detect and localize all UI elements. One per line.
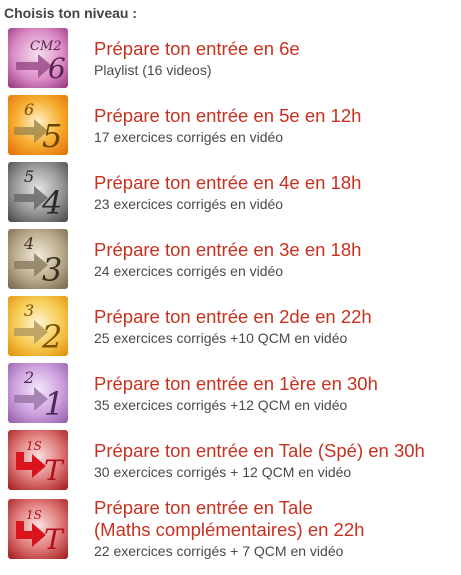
from-label: 6 xyxy=(24,100,34,119)
level-item-2de[interactable]: 3 2 Prépare ton entrée en 2de en 22h 25 … xyxy=(5,296,461,358)
section-heading: Choisis ton niveau : xyxy=(4,5,138,21)
level-thumbnail[interactable]: 4 3 xyxy=(8,229,68,289)
level-subtitle: 30 exercices corrigés + 12 QCM en vidéo xyxy=(94,464,352,480)
level-item-1ere[interactable]: 2 1 Prépare ton entrée en 1ère en 30h 35… xyxy=(5,363,461,425)
to-label: T xyxy=(44,523,65,556)
level-subtitle: 23 exercices corrigés en vidéo xyxy=(94,196,284,212)
to-label: 2 xyxy=(41,318,62,356)
level-subtitle: 22 exercices corrigés + 7 QCM en vidéo xyxy=(94,543,344,559)
from-label: 2 xyxy=(23,368,34,387)
level-thumbnail[interactable]: 3 2 xyxy=(8,296,68,356)
to-label: 5 xyxy=(42,117,62,155)
level-item-tale-maths-comp[interactable]: 1S T Prépare ton entrée en Tale (Maths c… xyxy=(5,497,461,567)
1s-to-t-icon: 1S T xyxy=(8,430,68,490)
to-label: 1 xyxy=(44,385,64,423)
to-label: 4 xyxy=(41,184,62,222)
level-item-tale-spe[interactable]: 1S T Prépare ton entrée en Tale (Spé) en… xyxy=(5,430,461,492)
6-to-5-icon: 6 5 xyxy=(8,95,68,155)
to-label: 6 xyxy=(48,52,66,85)
1s-to-t-icon: 1S T xyxy=(8,499,68,559)
level-subtitle: Playlist (16 videos) xyxy=(94,62,212,78)
to-label: 3 xyxy=(42,251,62,289)
level-title[interactable]: Prépare ton entrée en 2de en 22h xyxy=(94,306,372,328)
level-thumbnail[interactable]: CM2 6 xyxy=(8,28,68,88)
from-label: 1S xyxy=(26,508,42,522)
level-title-line2[interactable]: (Maths complémentaires) en 22h xyxy=(94,519,364,541)
cm2-to-6-icon: CM2 6 xyxy=(8,28,68,88)
4-to-3-icon: 4 3 xyxy=(8,229,68,289)
level-subtitle: 17 exercices corrigés en vidéo xyxy=(94,129,284,145)
level-title[interactable]: Prépare ton entrée en 4e en 18h xyxy=(94,172,361,194)
level-thumbnail[interactable]: 2 1 xyxy=(8,363,68,423)
to-label: T xyxy=(44,454,65,487)
5-to-4-icon: 5 4 xyxy=(8,162,68,222)
2-to-1-icon: 2 1 xyxy=(8,363,68,423)
level-subtitle: 35 exercices corrigés +12 QCM en vidéo xyxy=(94,397,348,413)
level-title[interactable]: Prépare ton entrée en Tale (Spé) en 30h xyxy=(94,440,425,462)
from-label: 5 xyxy=(24,167,34,186)
3-to-2-icon: 3 2 xyxy=(8,296,68,356)
level-item-6e[interactable]: CM2 6 Prépare ton entrée en 6e Playlist … xyxy=(5,28,461,90)
level-title[interactable]: Prépare ton entrée en 3e en 18h xyxy=(94,239,361,261)
level-subtitle: 24 exercices corrigés en vidéo xyxy=(94,263,284,279)
level-thumbnail[interactable]: 6 5 xyxy=(8,95,68,155)
level-thumbnail[interactable]: 5 4 xyxy=(8,162,68,222)
level-item-4e[interactable]: 5 4 Prépare ton entrée en 4e en 18h 23 e… xyxy=(5,162,461,224)
level-thumbnail[interactable]: 1S T xyxy=(8,430,68,490)
level-thumbnail[interactable]: 1S T xyxy=(8,499,68,559)
from-label: 4 xyxy=(23,234,34,253)
from-label: 3 xyxy=(24,301,34,320)
from-label: 1S xyxy=(26,439,42,453)
level-title[interactable]: Prépare ton entrée en 5e en 12h xyxy=(94,105,361,127)
level-item-5e[interactable]: 6 5 Prépare ton entrée en 5e en 12h 17 e… xyxy=(5,95,461,157)
level-item-3e[interactable]: 4 3 Prépare ton entrée en 3e en 18h 24 e… xyxy=(5,229,461,291)
level-title-line1[interactable]: Prépare ton entrée en Tale xyxy=(94,497,313,519)
level-title[interactable]: Prépare ton entrée en 6e xyxy=(94,38,300,60)
level-subtitle: 25 exercices corrigés +10 QCM en vidéo xyxy=(94,330,348,346)
level-title[interactable]: Prépare ton entrée en 1ère en 30h xyxy=(94,373,378,395)
